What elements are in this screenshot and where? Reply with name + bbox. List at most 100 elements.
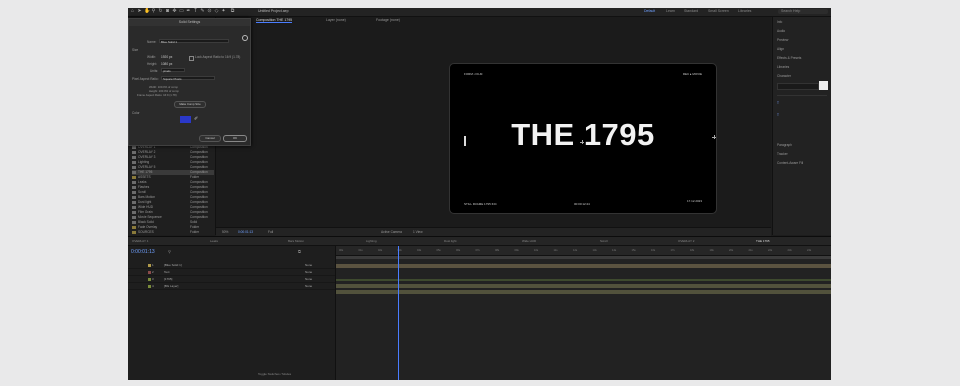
- layer-label-color[interactable]: [148, 285, 151, 288]
- ok-button[interactable]: OK: [223, 135, 247, 142]
- camera-tool-icon[interactable]: ◙: [165, 9, 170, 14]
- stamp-tool-icon[interactable]: ⊙: [207, 9, 212, 14]
- layer-parent-select[interactable]: None: [305, 263, 312, 268]
- layer-bar-2[interactable]: [336, 279, 831, 281]
- home-icon[interactable]: ⌂: [130, 9, 135, 14]
- toggle-switches-modes[interactable]: Toggle Switches / Modes: [258, 372, 291, 376]
- composition-viewer[interactable]: FORM • FILM REC ▸ MOVIE THE 1795 STILL F…: [449, 63, 717, 214]
- color-swatch[interactable]: [180, 116, 191, 123]
- layer-label-color[interactable]: [148, 271, 151, 274]
- fill-color-swatch[interactable]: [819, 81, 828, 90]
- tab-layer[interactable]: Layer (none): [326, 18, 346, 22]
- layer-label-color[interactable]: [148, 264, 151, 267]
- workspace-small-screen[interactable]: Small Screen: [708, 9, 729, 13]
- height-value[interactable]: 1080 px: [161, 62, 172, 66]
- layer-name[interactable]: Text: [164, 270, 170, 275]
- lock-aspect-label: Lock Aspect Ratio to 16:9 (1.78): [195, 55, 241, 59]
- time-ruler[interactable]: 00s 01s 02s 03s 04s 05s 06s 07s 08s 09s 10s 11s 12s 1…: [336, 246, 831, 256]
- resolution-select[interactable]: Full: [268, 228, 273, 236]
- layer-bar-1[interactable]: [336, 264, 831, 268]
- layer-name[interactable]: [BG Layer]: [164, 284, 178, 289]
- pen-tool-icon[interactable]: ✒: [186, 9, 191, 14]
- layer-parent-select[interactable]: None: [305, 284, 312, 289]
- timeline-tab[interactable]: Lighting: [366, 239, 377, 243]
- layer-name[interactable]: [Blue Solid 1]: [164, 263, 182, 268]
- panel-tracker[interactable]: Tracker: [777, 152, 788, 156]
- panel-libraries[interactable]: Libraries: [777, 65, 789, 69]
- panel-effects-presets[interactable]: Effects & Presets: [777, 56, 801, 60]
- timeline-tab[interactable]: Leaks: [210, 239, 218, 243]
- timeline-tab[interactable]: Wide HUD: [522, 239, 536, 243]
- panel-paragraph[interactable]: Paragraph: [777, 143, 792, 147]
- layer-name[interactable]: [1795]: [164, 277, 172, 282]
- timeline-tab[interactable]: OVERLAY 1: [132, 239, 148, 243]
- timeline-tab[interactable]: OVERLAY 2: [678, 239, 694, 243]
- zoom-tool-icon[interactable]: ⚲: [151, 9, 156, 14]
- panel-preview[interactable]: Preview: [777, 38, 788, 42]
- playhead[interactable]: [398, 246, 399, 380]
- workspace-standard[interactable]: Standard: [684, 9, 698, 13]
- layer-bar-3[interactable]: [336, 284, 831, 288]
- tab-footage[interactable]: Footage (none): [376, 18, 400, 22]
- timeline-panel: OVERLAY 1 Leaks Bars Motion Lighting Dust li…: [128, 236, 831, 380]
- work-area-bar[interactable]: [336, 256, 831, 259]
- composition-icon: [132, 206, 136, 209]
- timeline-tab[interactable]: Scroll: [600, 239, 608, 243]
- layer-parent-select[interactable]: None: [305, 277, 312, 282]
- layer-row[interactable]: 1 [Blue Solid 1] None: [128, 263, 335, 269]
- layer-label-color[interactable]: [148, 278, 151, 281]
- lock-aspect-checkbox[interactable]: [189, 56, 194, 61]
- composition-icon: [132, 201, 136, 204]
- snapping-icon[interactable]: ⧉: [230, 9, 235, 14]
- panel-info[interactable]: Info: [777, 20, 782, 24]
- layer-row[interactable]: 4 [BG Layer] None: [128, 284, 335, 290]
- search-help-input[interactable]: Search Help: [778, 9, 828, 14]
- layer-row[interactable]: 2 Text None: [128, 270, 335, 276]
- selection-tool-icon[interactable]: ➤: [137, 9, 142, 14]
- layer-bar-4[interactable]: [336, 290, 831, 294]
- graph-editor-icon[interactable]: ⧉: [298, 249, 301, 254]
- eraser-tool-icon[interactable]: ◇: [214, 9, 219, 14]
- ruler-tick: 23s: [787, 249, 792, 252]
- font-size-value[interactable]: T: [777, 101, 779, 105]
- workspace-libraries[interactable]: Libraries: [738, 9, 751, 13]
- pan-behind-tool-icon[interactable]: ✥: [172, 9, 177, 14]
- hand-tool-icon[interactable]: ✋: [144, 9, 150, 14]
- units-select[interactable]: pixels: [161, 68, 185, 73]
- layer-row[interactable]: 3 [1795] None: [128, 277, 335, 283]
- views-select[interactable]: 1 View: [413, 228, 423, 236]
- panel-character[interactable]: Character: [777, 74, 791, 78]
- make-comp-size-button[interactable]: Make Comp Size: [174, 101, 206, 108]
- panel-content-aware-fill[interactable]: Content-Aware Fill: [777, 161, 803, 165]
- workspace-learn[interactable]: Learn: [666, 9, 675, 13]
- puppet-tool-icon[interactable]: ✦: [221, 9, 226, 14]
- active-camera-select[interactable]: Active Camera: [381, 228, 402, 236]
- text-tool-icon[interactable]: T: [193, 9, 198, 14]
- workspace-default[interactable]: Default: [644, 9, 655, 13]
- panel-audio[interactable]: Audio: [777, 29, 785, 33]
- width-value[interactable]: 1920 px: [161, 55, 172, 59]
- viewer-bottom-center-text: 00:00:12:24: [574, 202, 590, 206]
- viewer-timecode[interactable]: 0:00:01:13: [238, 228, 253, 236]
- dialog-close-icon[interactable]: [242, 35, 248, 41]
- tab-composition[interactable]: Composition THE 1795: [256, 18, 293, 23]
- brush-tool-icon[interactable]: ✎: [200, 9, 205, 14]
- name-input[interactable]: Blue Solid 1: [159, 39, 229, 44]
- zoom-level[interactable]: 50%: [222, 228, 228, 236]
- timeline-tab[interactable]: Bars Motion: [288, 239, 304, 243]
- layer-parent-select[interactable]: None: [305, 270, 312, 275]
- leading-value[interactable]: T: [777, 113, 779, 117]
- eyedropper-icon[interactable]: ✐: [194, 116, 198, 122]
- cancel-button[interactable]: Cancel: [199, 135, 221, 142]
- shape-tool-icon[interactable]: ▭: [179, 9, 184, 14]
- timeline-timecode[interactable]: 0:00:01:13: [131, 249, 155, 255]
- timeline-tab[interactable]: Dust light: [444, 239, 457, 243]
- search-icon[interactable]: ⚲: [168, 249, 171, 254]
- timeline-tab[interactable]: THE 1795: [756, 239, 770, 243]
- project-item[interactable]: SOURCES Folder: [132, 230, 214, 235]
- color-label: Color: [132, 111, 140, 115]
- font-family-field[interactable]: [777, 83, 819, 90]
- panel-align[interactable]: Align: [777, 47, 784, 51]
- pixel-aspect-select[interactable]: Square Pixels: [161, 76, 215, 81]
- rotate-tool-icon[interactable]: ↻: [158, 9, 163, 14]
